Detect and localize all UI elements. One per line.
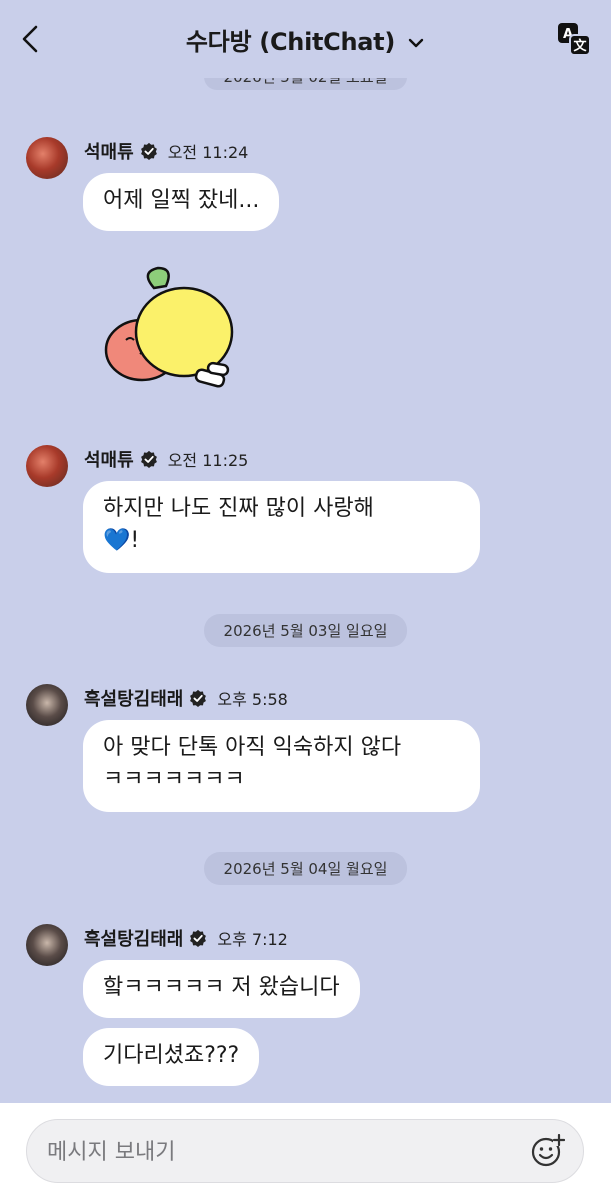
add-emoji-icon[interactable] [531, 1134, 565, 1168]
message-time: 오전 11:24 [167, 143, 249, 162]
verified-badge-icon [190, 689, 207, 707]
message-time: 오전 11:25 [167, 451, 249, 470]
sender-name: 흑설탕김태래 [84, 929, 184, 950]
date-divider: 2026년 5월 03일 일요일 [203, 614, 408, 647]
translate-icon[interactable]: A 文 [557, 22, 591, 56]
chat-title: 수다방 (ChitChat) [185, 28, 396, 56]
message-time: 오후 7:12 [217, 930, 288, 949]
message-bubble[interactable]: 아 맞다 단톡 아직 익숙하지 않다 ㅋㅋㅋㅋㅋㅋㅋ [83, 720, 480, 812]
message-bubble[interactable]: 핰ㅋㅋㅋㅋㅋ 저 왔습니다 [83, 960, 360, 1018]
sender-name: 석매튜 [84, 450, 134, 471]
sender-name: 석매튜 [84, 142, 134, 163]
avatar[interactable] [26, 684, 68, 726]
verified-badge-icon [190, 929, 207, 947]
avatar[interactable] [26, 445, 68, 487]
verified-badge-icon [140, 450, 157, 468]
message-input-field[interactable] [26, 1119, 584, 1184]
sleeping-lemon-sticker[interactable] [100, 262, 235, 397]
avatar[interactable] [26, 924, 68, 966]
chat-title-dropdown[interactable]: 수다방 (ChitChat) [0, 22, 611, 57]
verified-badge-icon [140, 142, 157, 160]
date-divider: 2026년 5월 04일 월요일 [203, 852, 408, 885]
message-input[interactable] [45, 1120, 529, 1184]
avatar[interactable] [26, 137, 68, 179]
message-bubble[interactable]: 기다리셨죠??? [83, 1028, 260, 1086]
chevron-down-icon [408, 38, 424, 48]
message-bubble[interactable]: 어제 일찍 잤네... [83, 173, 280, 231]
message-time: 오후 5:58 [217, 690, 288, 709]
sender-name: 흑설탕김태래 [84, 689, 184, 710]
message-input-bar [0, 1103, 611, 1199]
svg-text:文: 文 [573, 38, 587, 54]
message-bubble[interactable]: 하지만 나도 진짜 많이 사랑해 💙! [83, 481, 480, 573]
chat-header: 수다방 (ChitChat) A 文 [0, 0, 611, 78]
